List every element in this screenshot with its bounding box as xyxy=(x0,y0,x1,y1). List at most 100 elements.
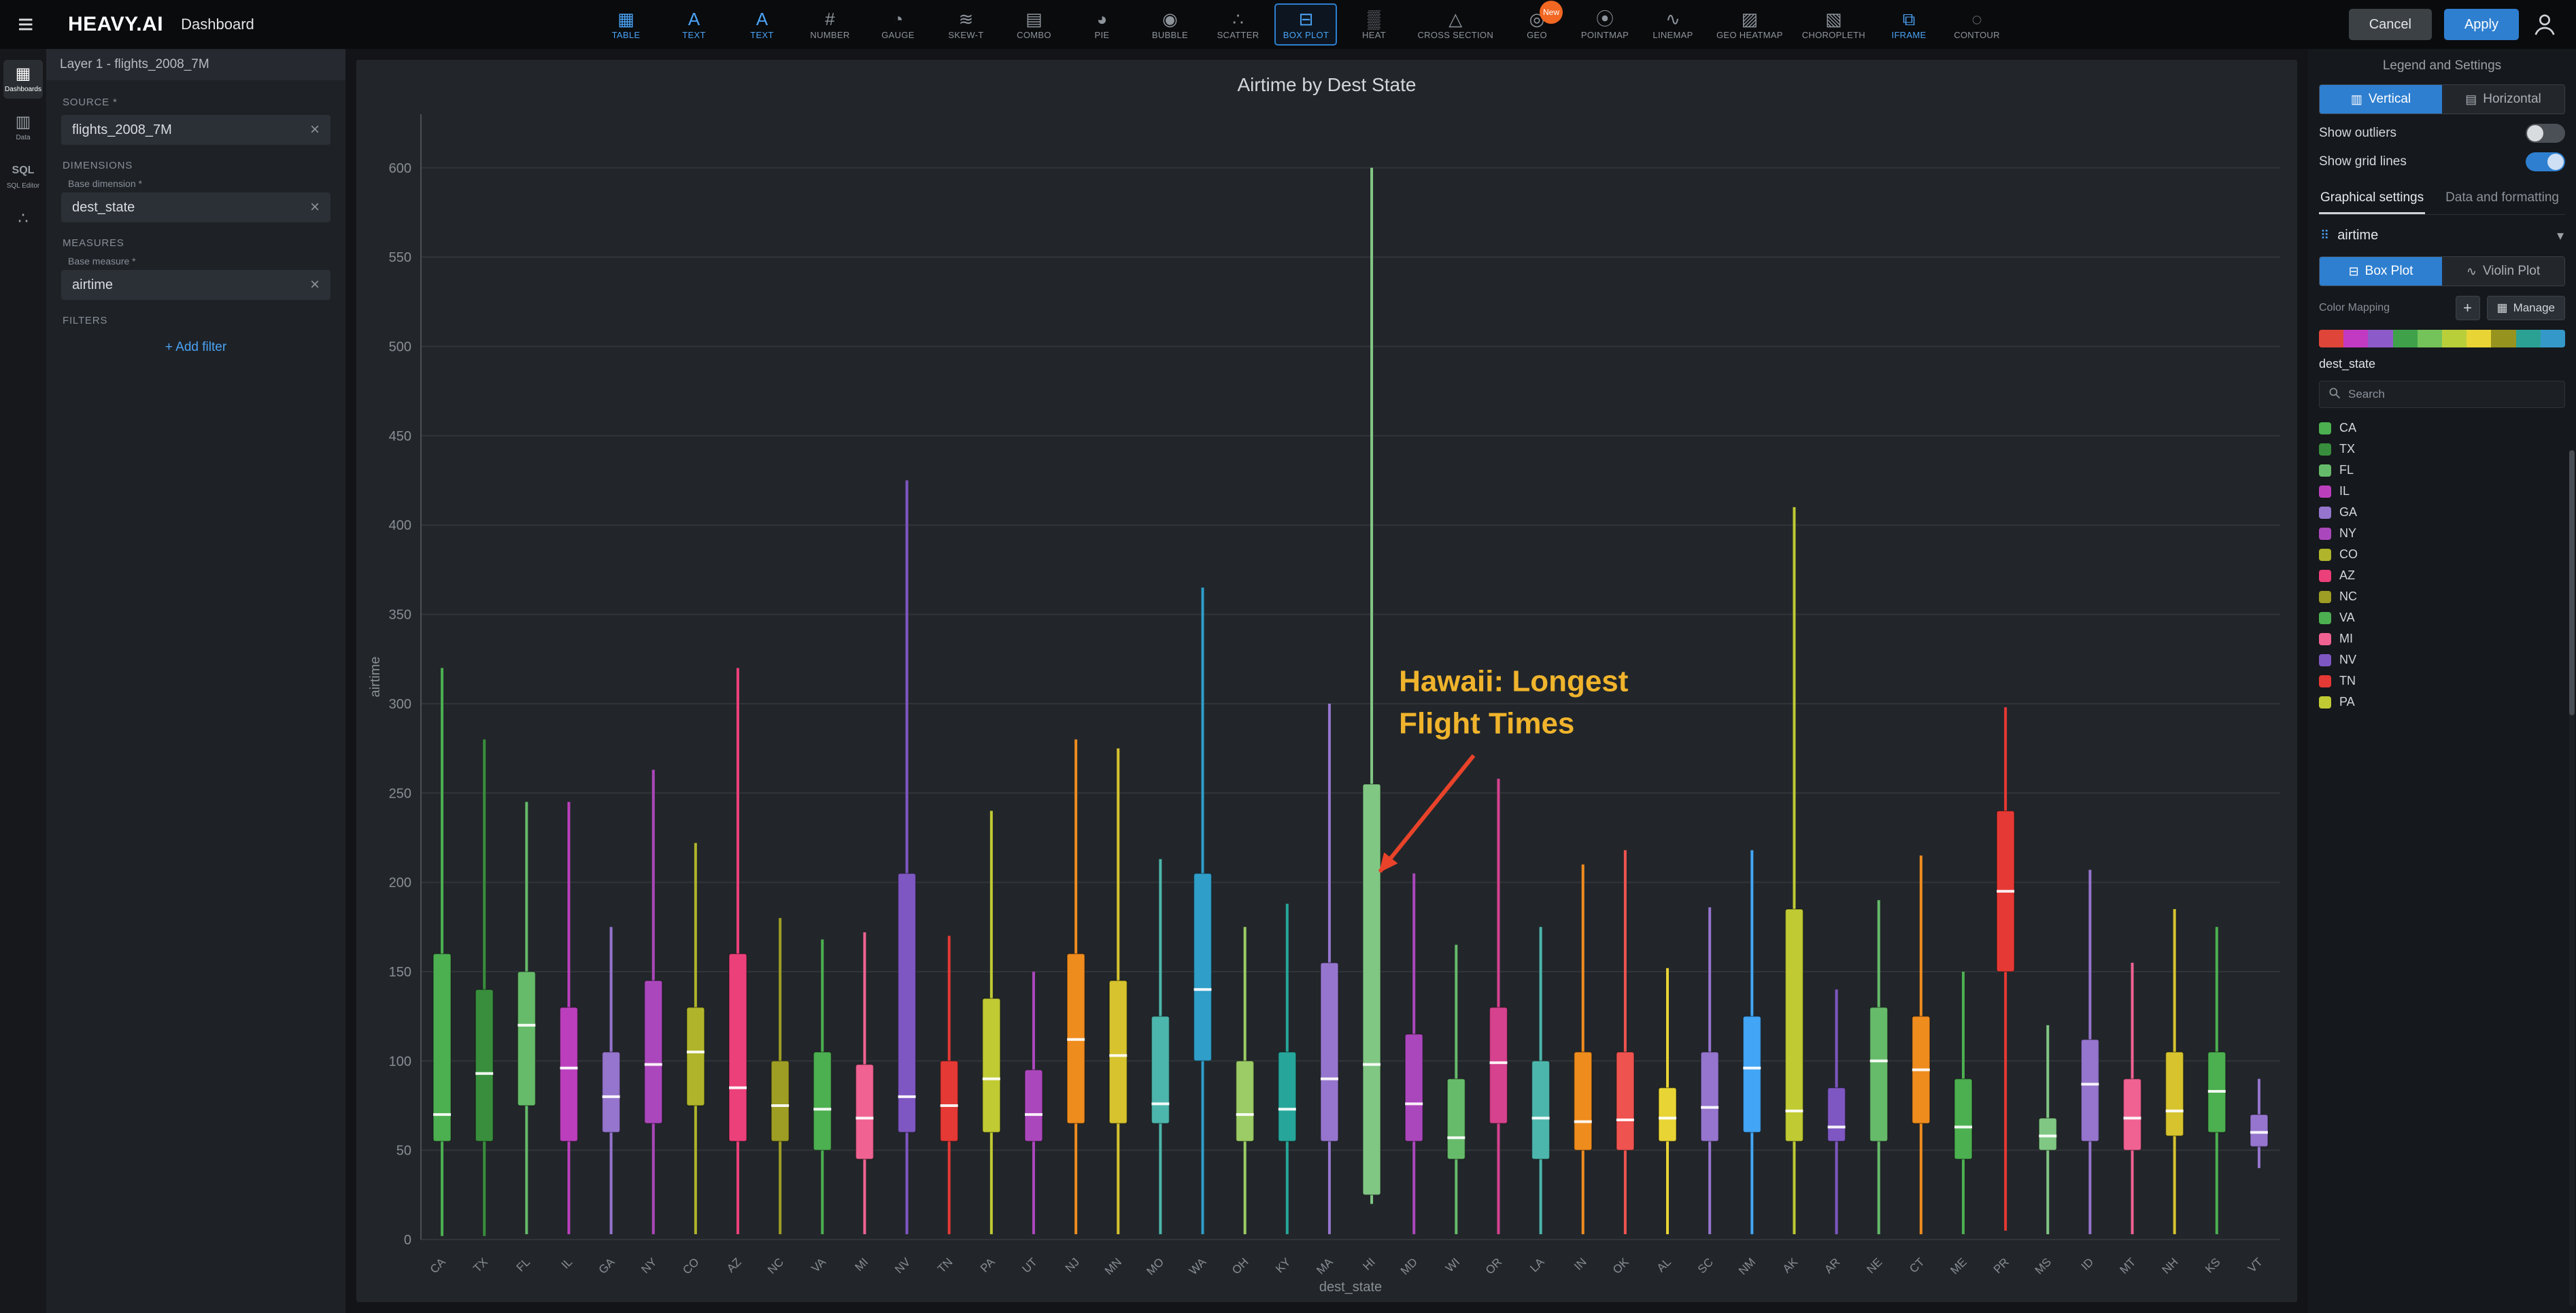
box-pa[interactable] xyxy=(983,811,1000,1235)
box-hi[interactable] xyxy=(1363,168,1380,1204)
box-mi[interactable] xyxy=(855,932,873,1234)
palette-swatch[interactable] xyxy=(2516,330,2541,347)
plot-type-option-violin-plot[interactable]: ∿Violin Plot xyxy=(2442,257,2564,286)
chart-type-heat[interactable]: ▒HEAT xyxy=(1342,3,1405,46)
legend-item-pa[interactable]: PA xyxy=(2319,692,2565,713)
legend-item-ca[interactable]: CA xyxy=(2319,417,2565,439)
show-outliers-toggle[interactable] xyxy=(2526,124,2565,143)
clear-source-icon[interactable]: × xyxy=(310,122,320,138)
legend-color-swatch[interactable] xyxy=(2319,422,2331,434)
orientation-option-horizontal[interactable]: ▤Horizontal xyxy=(2442,85,2564,114)
box-co[interactable] xyxy=(687,843,705,1234)
palette-swatch[interactable] xyxy=(2467,330,2491,347)
rail-item-data[interactable]: ▥Data xyxy=(3,108,43,147)
box-ne[interactable] xyxy=(1870,900,1888,1234)
legend-color-swatch[interactable] xyxy=(2319,591,2331,603)
legend-item-ga[interactable]: GA xyxy=(2319,502,2565,523)
user-avatar-icon[interactable] xyxy=(2531,11,2558,38)
chart-type-scatter[interactable]: ∴SCATTER xyxy=(1206,3,1269,46)
color-palette[interactable] xyxy=(2319,330,2565,347)
box-nj[interactable] xyxy=(1067,739,1085,1234)
box-il[interactable] xyxy=(560,802,577,1234)
chart-type-pointmap[interactable]: ⦿POINTMAP xyxy=(1574,3,1636,46)
box-tx[interactable] xyxy=(475,739,493,1235)
legend-item-tx[interactable]: TX xyxy=(2319,439,2565,460)
chart-type-bubble[interactable]: ◉BUBBLE xyxy=(1138,3,1201,46)
box-mo[interactable] xyxy=(1151,859,1169,1234)
box-va[interactable] xyxy=(813,940,831,1234)
legend-color-swatch[interactable] xyxy=(2319,507,2331,519)
chart-type-gauge[interactable]: ◔GAUGE xyxy=(866,3,929,46)
legend-color-swatch[interactable] xyxy=(2319,528,2331,540)
box-ky[interactable] xyxy=(1278,904,1296,1234)
box-wi[interactable] xyxy=(1447,945,1465,1235)
palette-swatch[interactable] xyxy=(2442,330,2467,347)
base-dimension-input[interactable]: dest_state × xyxy=(61,192,331,222)
palette-swatch[interactable] xyxy=(2491,330,2515,347)
tab-data-and-formatting[interactable]: Data and formatting xyxy=(2444,184,2560,214)
box-ar[interactable] xyxy=(1828,989,1846,1234)
cancel-button[interactable]: Cancel xyxy=(2349,9,2432,40)
legend-item-nv[interactable]: NV xyxy=(2319,649,2565,670)
hamburger-menu-icon[interactable]: ≡ xyxy=(18,11,50,38)
source-input[interactable]: flights_2008_7M × xyxy=(61,115,331,145)
search-input[interactable] xyxy=(2348,388,2556,401)
chart-type-iframe[interactable]: ⧉IFRAME xyxy=(1878,3,1940,46)
box-or[interactable] xyxy=(1489,779,1507,1234)
base-measure-input[interactable]: airtime × xyxy=(61,270,331,300)
chart-type-choropleth[interactable]: ▧CHOROPLETH xyxy=(1795,3,1872,46)
legend-color-swatch[interactable] xyxy=(2319,654,2331,666)
drag-handle-icon[interactable]: ⠿ xyxy=(2320,228,2329,243)
legend-item-az[interactable]: AZ xyxy=(2319,565,2565,586)
box-nm[interactable] xyxy=(1743,850,1761,1234)
orientation-option-vertical[interactable]: ▥Vertical xyxy=(2320,85,2442,114)
legend-item-tn[interactable]: TN xyxy=(2319,670,2565,692)
legend-color-swatch[interactable] xyxy=(2319,485,2331,498)
palette-swatch[interactable] xyxy=(2418,330,2442,347)
chart-type-linemap[interactable]: ∿LINEMAP xyxy=(1642,3,1704,46)
chart-type-box-plot[interactable]: ⊟BOX PLOT xyxy=(1274,3,1337,46)
manage-colors-button[interactable]: ▦ Manage xyxy=(2487,296,2566,320)
legend-color-swatch[interactable] xyxy=(2319,570,2331,582)
box-fl[interactable] xyxy=(518,802,535,1234)
box-tn[interactable] xyxy=(940,936,958,1234)
palette-swatch[interactable] xyxy=(2393,330,2418,347)
legend-item-fl[interactable]: FL xyxy=(2319,460,2565,481)
rail-item-chart[interactable]: ∴ xyxy=(3,205,43,233)
box-ks[interactable] xyxy=(2208,927,2226,1234)
box-nh[interactable] xyxy=(2166,909,2184,1234)
box-ok[interactable] xyxy=(1616,850,1634,1234)
legend-item-nc[interactable]: NC xyxy=(2319,586,2565,607)
palette-swatch[interactable] xyxy=(2343,330,2368,347)
chart-type-skew-t[interactable]: ≋SKEW-T xyxy=(934,3,997,46)
chevron-down-icon[interactable]: ▾ xyxy=(2557,227,2564,244)
box-in[interactable] xyxy=(1574,864,1592,1234)
tab-graphical-settings[interactable]: Graphical settings xyxy=(2319,184,2425,214)
chart-type-text[interactable]: ATEXT xyxy=(730,3,793,46)
box-me[interactable] xyxy=(1954,972,1972,1234)
clear-measure-icon[interactable]: × xyxy=(310,277,320,293)
legend-item-mi[interactable]: MI xyxy=(2319,628,2565,649)
box-ny[interactable] xyxy=(645,770,662,1234)
box-pr[interactable] xyxy=(1997,707,2014,1231)
chart-type-pie[interactable]: ◕PIE xyxy=(1070,3,1133,46)
palette-swatch[interactable] xyxy=(2319,330,2343,347)
chart-type-combo[interactable]: ▤COMBO xyxy=(1002,3,1065,46)
palette-swatch[interactable] xyxy=(2368,330,2392,347)
box-oh[interactable] xyxy=(1236,927,1254,1234)
box-mn[interactable] xyxy=(1109,749,1127,1235)
measure-row[interactable]: ⠿ airtime ▾ xyxy=(2319,224,2565,247)
legend-item-co[interactable]: CO xyxy=(2319,544,2565,565)
legend-color-swatch[interactable] xyxy=(2319,464,2331,477)
box-id[interactable] xyxy=(2081,870,2099,1234)
box-ma[interactable] xyxy=(1321,704,1338,1234)
chart-type-geo-heatmap[interactable]: ▨GEO HEATMAP xyxy=(1710,3,1790,46)
add-filter-link[interactable]: + Add filter xyxy=(61,340,331,355)
boxplot-chart[interactable]: Airtime by Dest State0501001502002503003… xyxy=(356,60,2297,1302)
box-wa[interactable] xyxy=(1194,587,1212,1234)
box-md[interactable] xyxy=(1405,873,1423,1234)
chart-type-cross-section[interactable]: △CROSS SECTION xyxy=(1410,3,1500,46)
box-al[interactable] xyxy=(1659,968,1676,1234)
legend-color-swatch[interactable] xyxy=(2319,612,2331,624)
chart-type-contour[interactable]: ◌CONTOUR xyxy=(1946,3,2008,46)
